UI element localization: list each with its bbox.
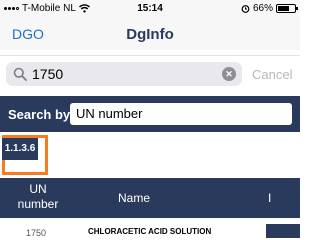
- status-bar: T-Mobile NL 15:14 66%: [0, 0, 300, 18]
- battery-icon: [276, 4, 298, 13]
- row-action-button[interactable]: [266, 224, 300, 238]
- clear-search-icon[interactable]: ✕: [222, 67, 236, 81]
- status-right-group: 66%: [241, 3, 298, 14]
- column-header-un-line-2: number: [17, 197, 59, 211]
- navigation-bar: DGO DgInfo: [0, 18, 300, 50]
- battery-level: [278, 6, 289, 11]
- cell-un-number: 1750: [26, 228, 47, 238]
- tag-area: 1.1.3.6: [0, 132, 300, 177]
- page-title: DgInfo: [126, 26, 174, 43]
- search-by-label: Search by: [8, 107, 71, 122]
- table-row[interactable]: 1750 CHLORACETIC ACID SOLUTION: [0, 218, 300, 238]
- search-icon: [13, 67, 27, 81]
- search-box[interactable]: ✕: [6, 62, 242, 86]
- search-row: ✕ Cancel: [0, 55, 300, 91]
- column-header-un-number[interactable]: UN number: [10, 182, 66, 212]
- cell-name: CHLORACETIC ACID SOLUTION: [88, 227, 212, 236]
- column-header-un-line-1: UN: [29, 182, 47, 196]
- alarm-icon: [241, 5, 250, 13]
- column-header-extra[interactable]: I: [268, 191, 271, 205]
- search-input[interactable]: [32, 64, 212, 84]
- battery-percent: 66%: [252, 3, 273, 14]
- cancel-button[interactable]: Cancel: [252, 67, 292, 82]
- tag-chip[interactable]: 1.1.3.6: [2, 138, 38, 160]
- column-header-name[interactable]: Name: [118, 191, 150, 205]
- search-by-select[interactable]: UN number: [70, 103, 292, 125]
- table-header: UN number Name I: [0, 178, 300, 218]
- search-by-bar: Search by UN number: [0, 96, 300, 132]
